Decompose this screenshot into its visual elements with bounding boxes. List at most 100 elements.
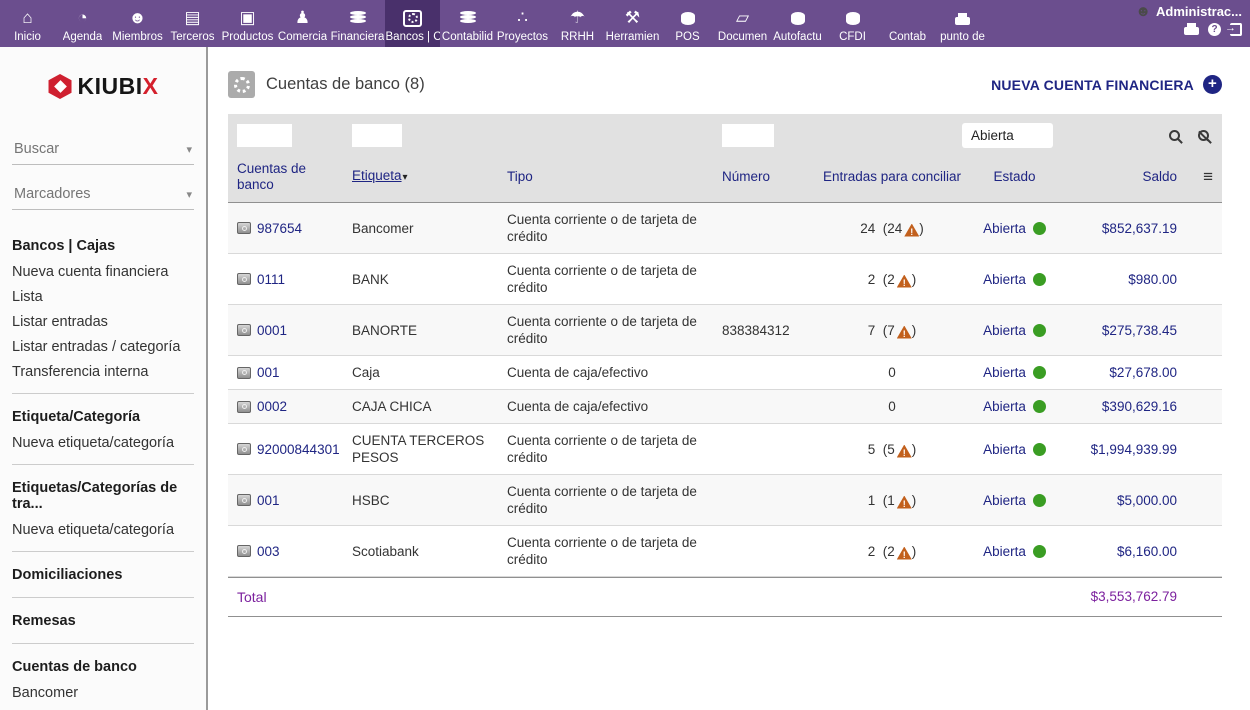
- bank-account-icon: [237, 273, 251, 285]
- sidebar-item-listar-entradas-categoria[interactable]: Listar entradas / categoría: [12, 334, 194, 359]
- account-link[interactable]: 0001: [257, 322, 287, 339]
- user-icon: ☻: [1135, 3, 1151, 20]
- sidebar-section-etiqueta-categoria[interactable]: Etiqueta/Categoría: [12, 403, 194, 430]
- nav-item-proyectos[interactable]: ∴Proyectos: [495, 0, 550, 47]
- bank-dial-icon: [228, 71, 255, 98]
- nav-item-terceros[interactable]: ▤Terceros: [165, 0, 220, 47]
- divider: [12, 551, 194, 552]
- top-navigation: ⌂Inicio ◔Agenda ☻Miembros ▤Terceros ▣Pro…: [0, 0, 1250, 47]
- sidebar-search-dropdown[interactable]: Buscar ▾: [12, 136, 194, 165]
- nav-item-autofactura[interactable]: Autofactu: [770, 0, 825, 47]
- sidebar-item-transferencia-interna[interactable]: Transferencia interna: [12, 359, 194, 384]
- tipo-cell: Cuenta de caja/efectivo: [507, 390, 722, 423]
- search-icon[interactable]: [1169, 130, 1180, 141]
- account-link[interactable]: 987654: [257, 220, 302, 237]
- nav-item-punto-de-venta[interactable]: punto de: [935, 0, 990, 47]
- bank-account-icon: [237, 545, 251, 557]
- warning-icon: [904, 224, 919, 237]
- etiqueta-cell: CAJA CHICA: [352, 390, 507, 423]
- numero-filter-input[interactable]: [722, 124, 774, 147]
- nav-item-herramientas[interactable]: ⚒Herramien: [605, 0, 660, 47]
- sidebar-section-cuentas-de-banco[interactable]: Cuentas de banco: [12, 653, 194, 680]
- numero-cell: [722, 271, 822, 287]
- user-menu[interactable]: ☻ Administrac...: [1135, 3, 1242, 20]
- status-open-icon: [1033, 366, 1046, 379]
- bank-account-icon: [237, 401, 251, 413]
- documents-folder-icon: ▱: [736, 6, 749, 30]
- nav-item-miembros[interactable]: ☻Miembros: [110, 0, 165, 47]
- nav-item-contab[interactable]: Contab: [880, 0, 935, 47]
- sidebar-section-etiquetas-categorias-tra[interactable]: Etiquetas/Categorías de tra...: [12, 474, 194, 517]
- estado-cell: Abierta: [962, 356, 1067, 389]
- tools-icon: ⚒: [625, 6, 640, 30]
- nav-item-inicio[interactable]: ⌂Inicio: [0, 0, 55, 47]
- sidebar-section-bancos-cajas[interactable]: Bancos | Cajas: [12, 232, 194, 259]
- sidebar-section-domiciliaciones[interactable]: Domiciliaciones: [12, 561, 194, 588]
- nav-item-comercial[interactable]: ♟Comercia: [275, 0, 330, 47]
- sidebar-item-conciliar[interactable]: Conciliar: [12, 705, 194, 710]
- column-header-estado: Estado: [962, 169, 1067, 185]
- tipo-cell: Cuenta corriente o de tarjeta de crédito: [507, 475, 722, 525]
- account-link[interactable]: 0111: [257, 271, 285, 288]
- sidebar-item-listar-entradas[interactable]: Listar entradas: [12, 309, 194, 334]
- sidebar-bookmarks-dropdown[interactable]: Marcadores ▾: [12, 181, 194, 210]
- status-open-icon: [1033, 324, 1046, 337]
- sidebar-item-nueva-etiqueta-categoria-2[interactable]: Nueva etiqueta/categoría: [12, 517, 194, 542]
- nav-item-rrhh[interactable]: ☂RRHH: [550, 0, 605, 47]
- nav-item-cfdi[interactable]: CFDI: [825, 0, 880, 47]
- tipo-cell: Cuenta corriente o de tarjeta de crédito: [507, 526, 722, 576]
- logout-icon[interactable]: [1230, 23, 1242, 36]
- sidebar-item-lista[interactable]: Lista: [12, 284, 194, 309]
- total-label: Total: [237, 589, 352, 605]
- column-header-etiqueta[interactable]: Etiqueta▾: [352, 168, 507, 186]
- account-filter-input[interactable]: [237, 124, 292, 147]
- column-header-numero: Número: [722, 169, 822, 185]
- divider: [12, 643, 194, 644]
- entradas-cell: 0 (): [822, 356, 962, 389]
- help-icon[interactable]: [1208, 23, 1221, 36]
- table-row: 001 Caja Cuenta de caja/efectivo 0 () Ab…: [228, 356, 1222, 390]
- new-financial-account-button[interactable]: NUEVA CUENTA FINANCIERA +: [991, 75, 1222, 94]
- filter-row: Abierta: [228, 114, 1222, 155]
- nav-item-productos[interactable]: ▣Productos: [220, 0, 275, 47]
- account-link[interactable]: 003: [257, 543, 280, 560]
- sidebar-item-nueva-etiqueta-categoria[interactable]: Nueva etiqueta/categoría: [12, 430, 194, 455]
- estado-filter-select[interactable]: Abierta: [962, 123, 1053, 148]
- account-link[interactable]: 001: [257, 364, 280, 381]
- sidebar-section-remesas[interactable]: Remesas: [12, 607, 194, 634]
- nav-item-bancos[interactable]: Bancos | C: [385, 0, 440, 47]
- numero-cell: [722, 543, 822, 559]
- sidebar-item-bancomer[interactable]: Bancomer: [12, 680, 194, 705]
- home-icon: ⌂: [22, 6, 32, 30]
- column-options-icon[interactable]: ≡: [1177, 167, 1213, 187]
- pos-printer-icon: [955, 17, 970, 25]
- nav-item-documentos[interactable]: ▱Documen: [715, 0, 770, 47]
- nav-item-agenda[interactable]: ◔Agenda: [55, 0, 110, 47]
- etiqueta-cell: BANORTE: [352, 314, 507, 347]
- account-link[interactable]: 92000844301: [257, 441, 340, 458]
- numero-cell: 838384312: [722, 314, 822, 347]
- nav-item-financiera[interactable]: Financiera: [330, 0, 385, 47]
- divider: [12, 393, 194, 394]
- table-row: 0002 CAJA CHICA Cuenta de caja/efectivo …: [228, 390, 1222, 424]
- bank-account-icon: [237, 443, 251, 455]
- plus-icon: +: [1203, 75, 1222, 94]
- saldo-cell: $27,678.00: [1067, 356, 1177, 389]
- account-link[interactable]: 0002: [257, 398, 287, 415]
- nav-item-contabilidad[interactable]: Contabilid: [440, 0, 495, 47]
- chevron-down-icon: ▾: [186, 188, 192, 201]
- etiqueta-filter-input[interactable]: [352, 124, 402, 147]
- clear-search-icon[interactable]: [1198, 130, 1209, 141]
- bank-safe-icon: [403, 10, 422, 27]
- members-icon: ☻: [129, 6, 147, 30]
- tipo-cell: Cuenta corriente o de tarjeta de crédito: [507, 424, 722, 474]
- estado-cell: Abierta: [962, 390, 1067, 423]
- warning-icon: [897, 496, 912, 509]
- account-link[interactable]: 001: [257, 492, 280, 509]
- nav-item-pos[interactable]: POS: [660, 0, 715, 47]
- table-row: 001 HSBC Cuenta corriente o de tarjeta d…: [228, 475, 1222, 526]
- sidebar-item-nueva-cuenta-financiera[interactable]: Nueva cuenta financiera: [12, 259, 194, 284]
- printer-icon[interactable]: [1184, 27, 1199, 35]
- entradas-cell: 2 (2): [822, 535, 962, 568]
- table-row: 003 Scotiabank Cuenta corriente o de tar…: [228, 526, 1222, 577]
